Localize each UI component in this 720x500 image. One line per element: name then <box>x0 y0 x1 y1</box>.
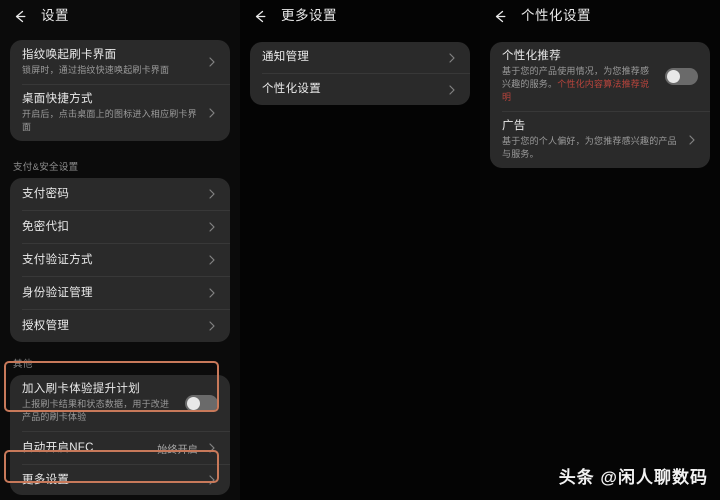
panel-more-settings: 更多设置 通知管理 个性化设置 <box>240 0 480 500</box>
row-identity-verification-management[interactable]: 身份验证管理 <box>10 277 230 309</box>
chevron-right-icon <box>446 52 458 64</box>
row-title: 支付验证方式 <box>22 253 93 266</box>
row-title: 桌面快捷方式 <box>22 93 93 105</box>
row-title: 自动开启NFC <box>22 441 94 454</box>
page-title: 设置 <box>41 8 69 24</box>
row-value: 始终开启 <box>157 444 198 456</box>
row-title: 个性化设置 <box>262 83 321 95</box>
row-advertisement[interactable]: 广告 基于您的个人偏好，为您推荐感兴趣的产品与服务。 <box>490 112 710 168</box>
row-subtitle: 开启后，点击桌面上的图标进入相应刷卡界面 <box>22 109 197 132</box>
row-title: 通知管理 <box>262 51 310 63</box>
row-title: 授权管理 <box>22 319 70 332</box>
settings-group-top: 指纹唤起刷卡界面 锁屏时，通过指纹快速唤起刷卡界面 桌面快捷方式 开启后，点击桌… <box>10 40 230 141</box>
row-desktop-shortcut[interactable]: 桌面快捷方式 开启后，点击桌面上的图标进入相应刷卡界面 <box>10 85 230 141</box>
row-subtitle: 锁屏时，通过指纹快速唤起刷卡界面 <box>22 64 170 75</box>
row-notification-management[interactable]: 通知管理 <box>250 42 470 73</box>
row-title: 身份验证管理 <box>22 286 93 299</box>
row-fingerprint-card-ui[interactable]: 指纹唤起刷卡界面 锁屏时，通过指纹快速唤起刷卡界面 <box>10 40 230 84</box>
row-subtitle: 基于您的产品使用情况，为您推荐感兴趣的服务。个性化内容算法推荐说明 <box>502 65 655 104</box>
row-title: 免密代扣 <box>22 220 70 233</box>
row-title: 更多设置 <box>22 473 70 486</box>
settings-group-other: 加入刷卡体验提升计划 上报刷卡结果和状态数据，用于改进产品的刷卡体验 自动开启N… <box>10 375 230 495</box>
row-title: 个性化推荐 <box>502 50 561 62</box>
toggle-join-card-experience-program[interactable] <box>185 394 218 412</box>
row-title: 加入刷卡体验提升计划 <box>22 383 140 395</box>
row-personalization-settings[interactable]: 个性化设置 <box>250 74 470 105</box>
chevron-right-icon <box>206 56 218 68</box>
panel-settings: 设置 指纹唤起刷卡界面 锁屏时，通过指纹快速唤起刷卡界面 桌面快捷方式 开启后，… <box>0 0 240 500</box>
chevron-right-icon <box>206 254 218 266</box>
row-payment-verification-method[interactable]: 支付验证方式 <box>10 244 230 276</box>
row-subtitle: 基于您的个人偏好，为您推荐感兴趣的产品与服务。 <box>502 136 677 159</box>
row-no-password-deduction[interactable]: 免密代扣 <box>10 211 230 243</box>
row-title: 广告 <box>502 120 526 132</box>
page-title: 更多设置 <box>281 8 337 24</box>
more-settings-header: 更多设置 <box>240 0 480 32</box>
personalization-header: 个性化设置 <box>480 0 720 32</box>
personalization-group: 个性化推荐 基于您的产品使用情况，为您推荐感兴趣的服务。个性化内容算法推荐说明 … <box>490 42 710 168</box>
row-join-card-experience-program[interactable]: 加入刷卡体验提升计划 上报刷卡结果和状态数据，用于改进产品的刷卡体验 <box>10 375 230 431</box>
row-authorization-management[interactable]: 授权管理 <box>10 310 230 342</box>
row-payment-password[interactable]: 支付密码 <box>10 178 230 210</box>
section-label-payment: 支付&安全设置 <box>13 162 79 173</box>
back-arrow-icon[interactable] <box>252 8 269 25</box>
row-subtitle: 上报刷卡结果和状态数据，用于改进产品的刷卡体验 <box>22 399 170 422</box>
row-title: 指纹唤起刷卡界面 <box>22 48 117 61</box>
chevron-right-icon <box>206 287 218 299</box>
chevron-right-icon <box>686 134 698 146</box>
toggle-personalized-recommendation[interactable] <box>665 68 698 85</box>
more-settings-group: 通知管理 个性化设置 <box>250 42 470 105</box>
settings-header: 设置 <box>0 0 240 32</box>
row-auto-enable-nfc[interactable]: 自动开启NFC 始终开启 <box>10 432 230 464</box>
toggle-knob <box>667 70 680 83</box>
chevron-right-icon <box>446 84 458 96</box>
chevron-right-icon <box>206 474 218 486</box>
chevron-right-icon <box>206 107 218 119</box>
row-personalized-recommendation[interactable]: 个性化推荐 基于您的产品使用情况，为您推荐感兴趣的服务。个性化内容算法推荐说明 <box>490 42 710 111</box>
back-arrow-icon[interactable] <box>12 8 29 25</box>
chevron-right-icon <box>206 442 218 454</box>
watermark: 头条 @闲人聊数码 <box>558 468 708 487</box>
row-more-settings[interactable]: 更多设置 <box>10 465 230 495</box>
back-arrow-icon[interactable] <box>492 8 509 25</box>
screenshot-root: 设置 指纹唤起刷卡界面 锁屏时，通过指纹快速唤起刷卡界面 桌面快捷方式 开启后，… <box>0 0 720 500</box>
section-label-other: 其他 <box>13 359 33 370</box>
settings-group-payment: 支付密码 免密代扣 支付验证方式 身份验证管理 授权管理 <box>10 178 230 342</box>
chevron-right-icon <box>206 221 218 233</box>
toggle-knob <box>187 396 200 410</box>
chevron-right-icon <box>206 188 218 200</box>
panel-personalization-settings: 个性化设置 个性化推荐 基于您的产品使用情况，为您推荐感兴趣的服务。个性化内容算… <box>480 0 720 500</box>
row-title: 支付密码 <box>22 187 70 200</box>
page-title: 个性化设置 <box>521 8 591 24</box>
chevron-right-icon <box>206 320 218 332</box>
